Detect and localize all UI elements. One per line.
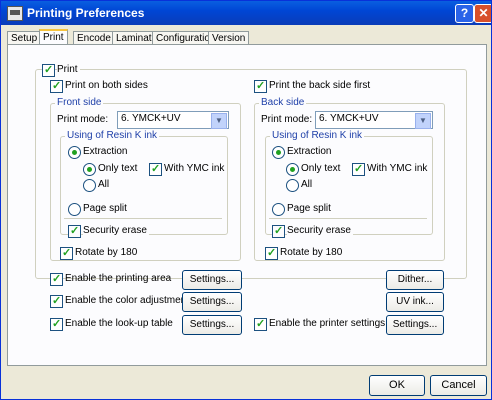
front-extraction-radio[interactable] (68, 146, 81, 159)
color-adjustment-settings-button[interactable]: Settings... (182, 292, 242, 312)
color-adjustment-checkbox[interactable] (50, 294, 63, 308)
title-bar[interactable]: Printing Preferences ? ✕ (1, 1, 491, 25)
back-mode-select[interactable]: 6. YMCK+UV ▼ (315, 111, 433, 129)
tab-version[interactable]: Version (208, 31, 250, 45)
dither-button[interactable]: Dither... (386, 270, 444, 290)
front-rotate-checkbox[interactable] (60, 246, 73, 260)
chevron-down-icon: ▼ (211, 113, 227, 129)
front-with-ymc-label: With YMC ink (164, 163, 225, 174)
back-resin-title: Using of Resin K ink (270, 130, 365, 141)
back-first-label: Print the back side first (269, 80, 371, 91)
front-all-label: All (98, 179, 110, 190)
front-security-erase-label: Security erase (83, 225, 149, 236)
front-only-text-radio[interactable] (83, 163, 96, 176)
front-mode-value: 6. YMCK+UV (121, 113, 181, 124)
both-sides-checkbox[interactable] (50, 79, 63, 93)
back-all-radio[interactable] (286, 179, 299, 192)
printing-area-checkbox[interactable] (50, 272, 63, 286)
color-adjustment-label: Enable the color adjustment (65, 295, 189, 306)
printer-settings-checkbox[interactable] (254, 317, 267, 331)
front-only-text-label: Only text (98, 163, 138, 174)
back-page-split-label: Page split (287, 203, 331, 214)
front-rotate-label: Rotate by 180 (75, 247, 138, 258)
front-extraction-label: Extraction (83, 146, 128, 157)
back-rotate-checkbox[interactable] (265, 246, 278, 260)
front-mode-select[interactable]: 6. YMCK+UV ▼ (117, 111, 229, 129)
back-only-text-radio[interactable] (286, 163, 299, 176)
front-with-ymc-checkbox[interactable] (149, 162, 162, 176)
cancel-button[interactable]: Cancel (430, 375, 487, 396)
back-extraction-radio[interactable] (272, 146, 285, 159)
front-side-title: Front side (55, 97, 104, 108)
back-rotate-label: Rotate by 180 (280, 247, 343, 258)
back-extraction-label: Extraction (287, 146, 332, 157)
back-with-ymc-checkbox[interactable] (352, 162, 365, 176)
front-separator (64, 218, 222, 219)
back-side-title: Back side (259, 97, 307, 108)
front-page-split-label: Page split (83, 203, 127, 214)
printing-area-label: Enable the printing area (65, 273, 172, 284)
back-separator (269, 218, 427, 219)
chevron-down-icon: ▼ (415, 113, 431, 129)
tab-encode[interactable]: Encode (73, 31, 115, 45)
lookup-table-checkbox[interactable] (50, 317, 63, 331)
close-button[interactable]: ✕ (474, 4, 491, 23)
back-only-text-label: Only text (301, 163, 341, 174)
lookup-table-settings-button[interactable]: Settings... (182, 315, 242, 335)
front-mode-label: Print mode: (57, 114, 109, 125)
lookup-table-label: Enable the look-up table (65, 318, 173, 329)
back-with-ymc-label: With YMC ink (367, 163, 428, 174)
print-tab-panel: Print Print on both sides Print the back… (7, 44, 487, 366)
print-label: Print (57, 64, 80, 75)
printer-settings-label: Enable the printer settings (269, 318, 386, 329)
back-security-erase-checkbox[interactable] (272, 224, 285, 238)
back-mode-value: 6. YMCK+UV (319, 113, 379, 124)
front-security-erase-checkbox[interactable] (68, 224, 81, 238)
tab-setup[interactable]: Setup (7, 31, 42, 45)
both-sides-label: Print on both sides (65, 80, 148, 91)
front-all-radio[interactable] (83, 179, 96, 192)
printing-area-settings-button[interactable]: Settings... (182, 270, 242, 290)
back-mode-label: Print mode: (261, 114, 313, 125)
printer-icon (7, 6, 23, 21)
back-page-split-radio[interactable] (272, 203, 285, 216)
back-first-checkbox[interactable] (254, 79, 267, 93)
back-all-label: All (301, 179, 313, 190)
back-security-erase-label: Security erase (287, 225, 353, 236)
uv-ink-button[interactable]: UV ink... (386, 292, 444, 312)
front-page-split-radio[interactable] (68, 203, 81, 216)
print-checkbox[interactable] (42, 63, 55, 77)
window-title: Printing Preferences (27, 6, 145, 20)
front-resin-title: Using of Resin K ink (65, 130, 160, 141)
printing-preferences-window: Printing Preferences ? ✕ Setup Print Enc… (0, 0, 492, 400)
help-button[interactable]: ? (455, 4, 474, 23)
printer-settings-button[interactable]: Settings... (386, 315, 444, 335)
ok-button[interactable]: OK (369, 375, 425, 396)
